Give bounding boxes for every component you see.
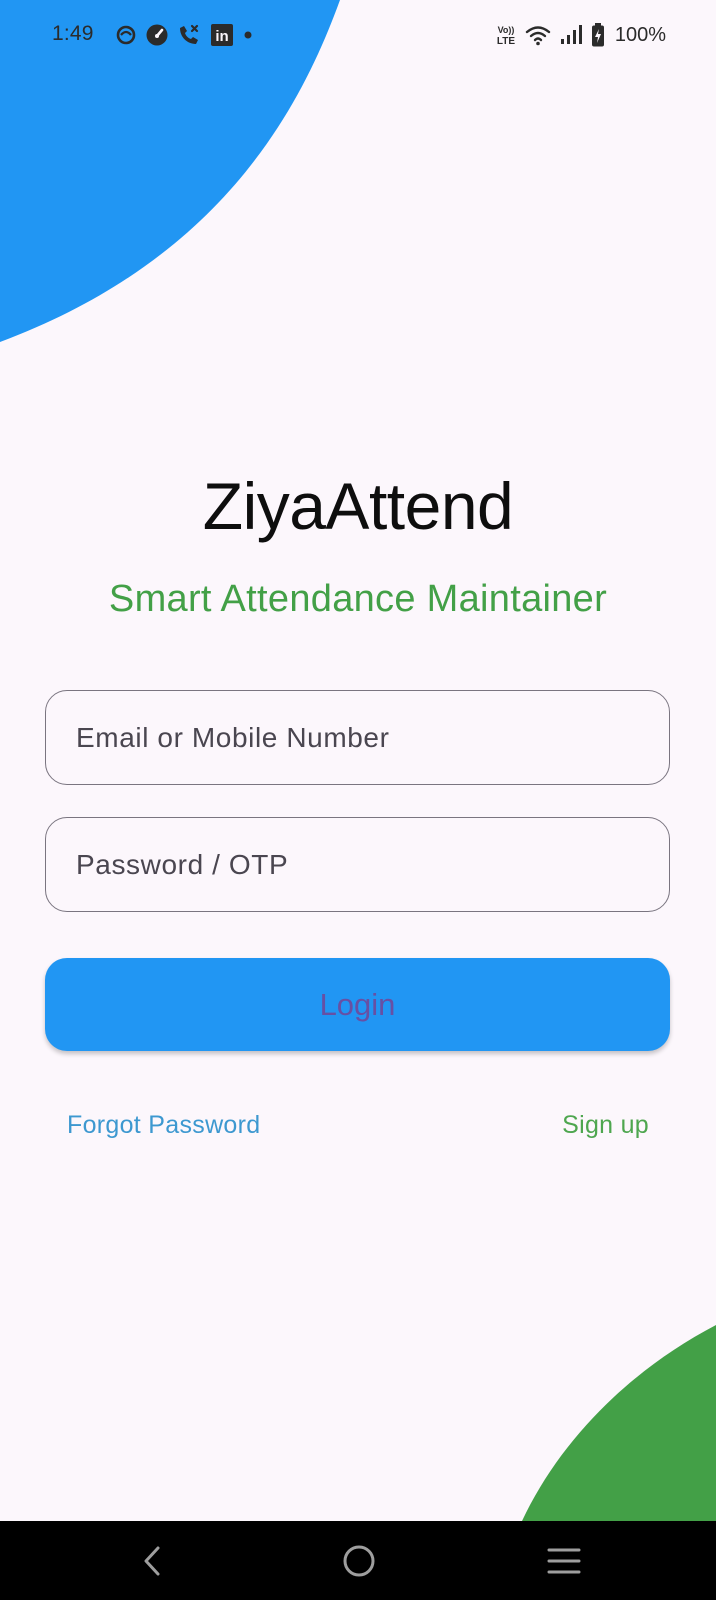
app-circle-icon [116,25,136,45]
battery-charging-icon [591,23,604,47]
volte-icon: Vo)) LTE [497,25,515,47]
app-title: ZiyaAttend [202,469,514,543]
missed-call-icon [180,24,199,44]
signal-icon [560,25,582,44]
app-subtitle: Smart Attendance Maintainer [108,578,608,620]
battery-percentage: 100% [614,23,666,46]
forgot-password-link[interactable]: Forgot Password [67,1111,260,1140]
wifi-icon [525,26,551,46]
system-icons: Vo)) LTE 100% [495,22,666,48]
recents-button[interactable] [519,1521,609,1600]
home-icon [343,1545,375,1576]
navigation-bar [0,1521,716,1600]
status-time: 1:49 [52,22,94,45]
login-button[interactable]: Login [45,958,670,1051]
status-bar: 1:49 in Vo)) LTE 100% [0,0,716,70]
home-button[interactable] [314,1521,404,1600]
more-dot-icon [244,31,252,39]
svg-text:LTE: LTE [497,36,515,47]
svg-text:Vo)): Vo)) [497,25,514,35]
login-screen: ZiyaAttend Smart Attendance Maintainer L… [0,0,716,1600]
notification-icons: in [115,22,255,48]
back-icon [144,1546,160,1575]
back-button[interactable] [107,1521,197,1600]
linkedin-icon: in [211,24,233,46]
password-otp-input[interactable] [45,817,670,912]
sign-up-link[interactable]: Sign up [562,1111,649,1140]
recents-icon [547,1548,581,1573]
email-or-mobile-input[interactable] [45,690,670,785]
svg-text:in: in [215,28,228,45]
gauge-icon [146,24,168,46]
